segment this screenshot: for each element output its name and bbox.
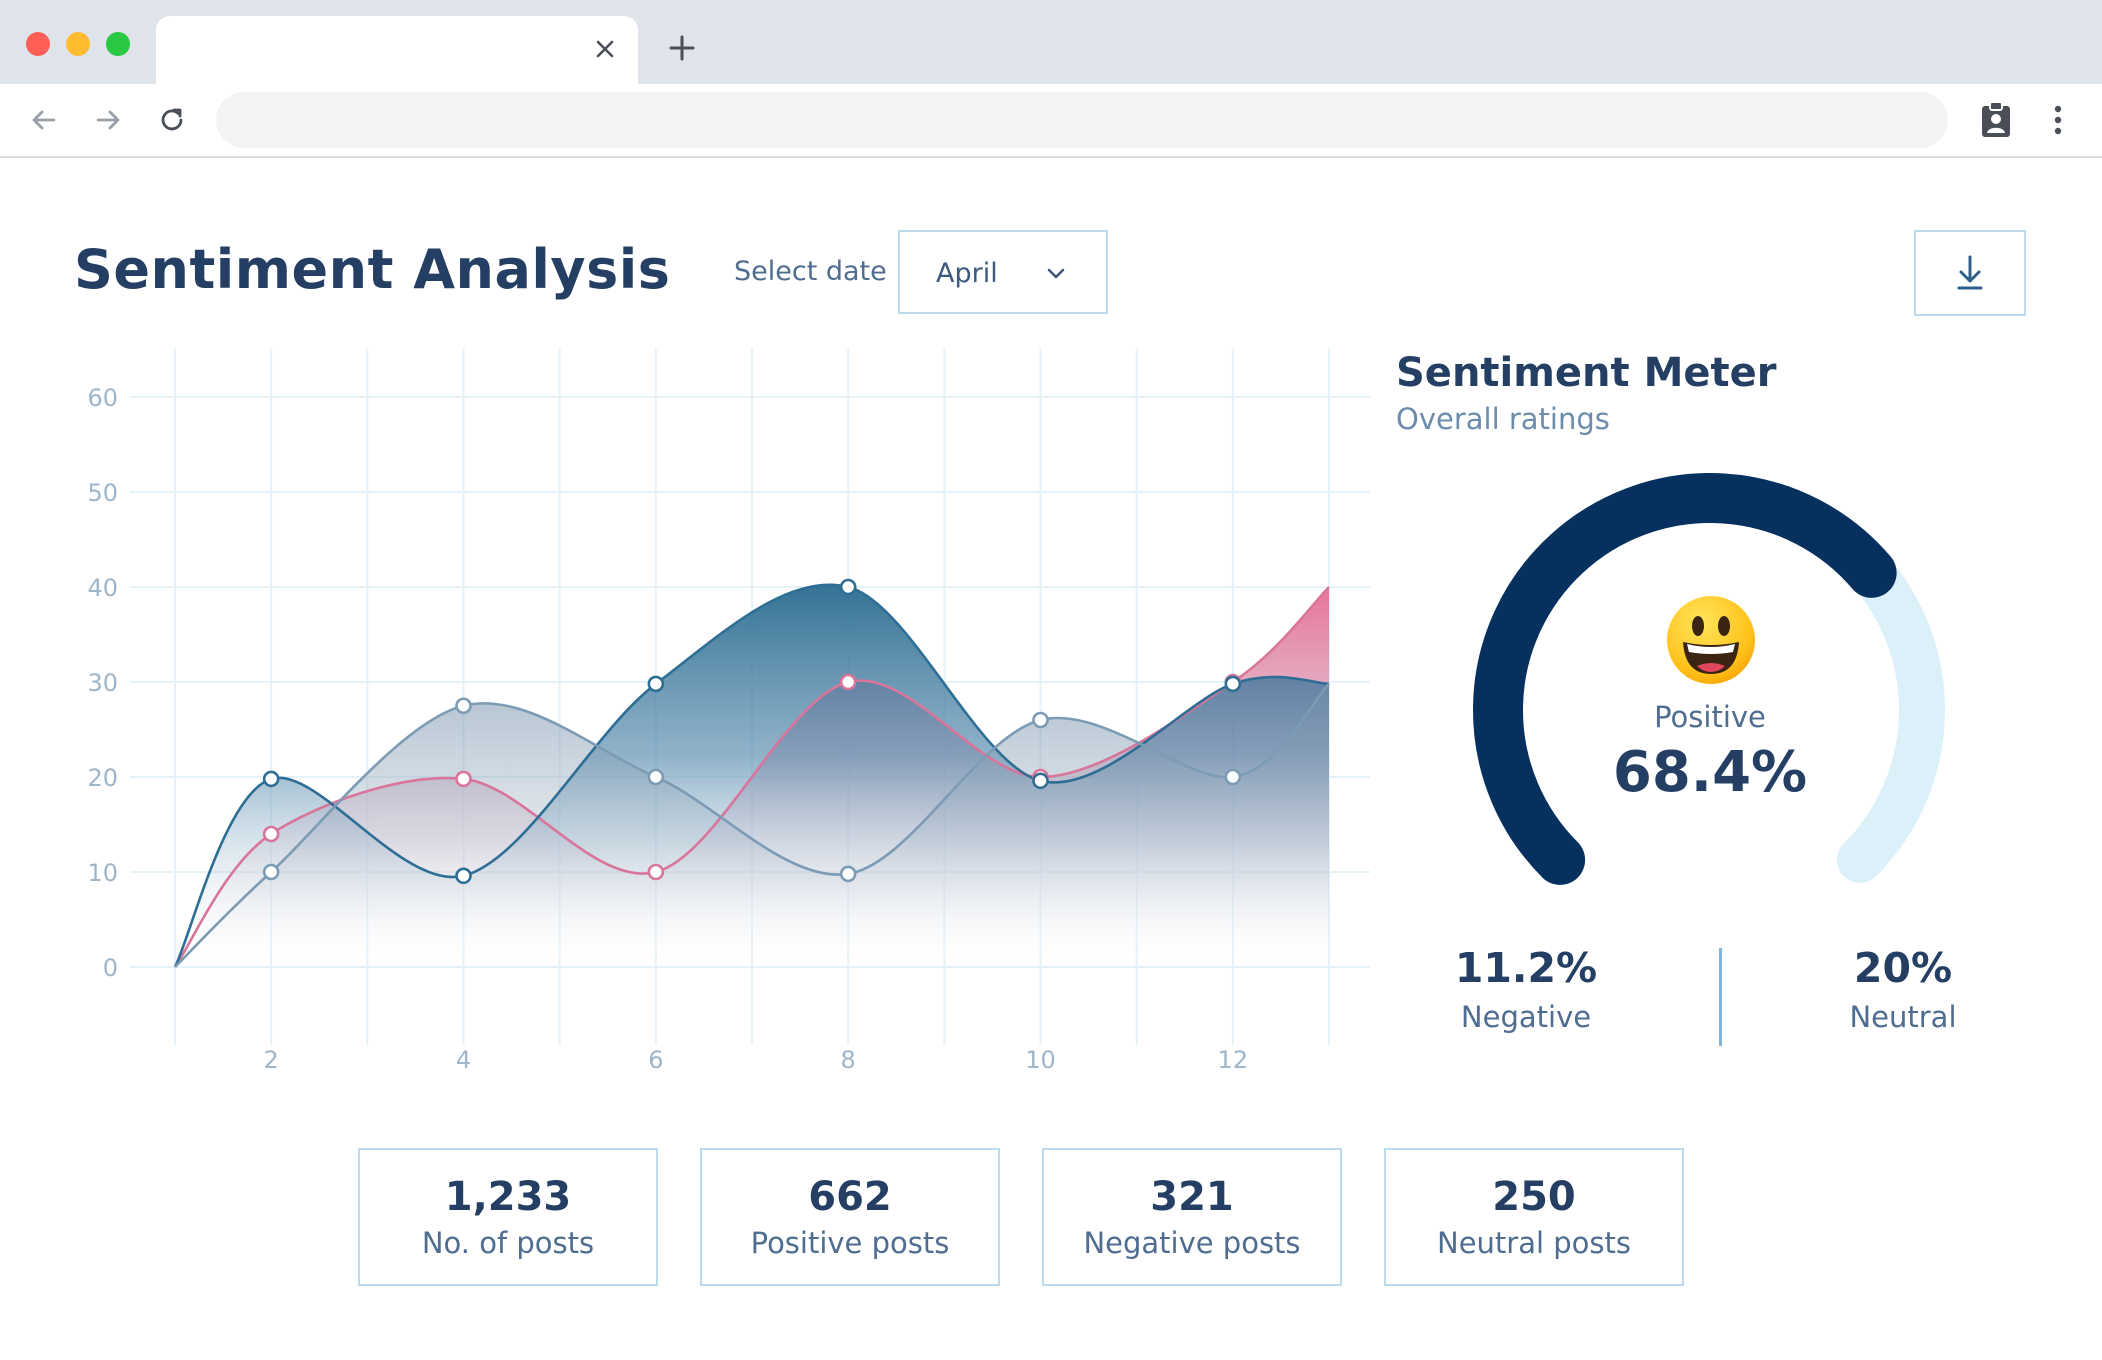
y-tick-label: 40 [87,574,118,602]
series-dark-point [647,675,665,693]
sentiment-area-chart: 0 10 20 30 40 50 60 2 4 6 8 10 12 [87,348,1370,1074]
stat-card-positive-posts: 662 Positive posts [700,1148,1000,1286]
browser-menu-button[interactable] [2038,100,2078,140]
stat-label: Negative posts [1083,1226,1301,1260]
series-dark-point [262,770,280,788]
positive-value: 68.4% [1612,740,1808,805]
stat-value: 662 [808,1174,892,1220]
reload-icon [161,108,183,131]
series-grey-point [1032,711,1049,729]
stat-value: 1,233 [444,1174,572,1220]
negative-label: Negative [1460,1000,1592,1034]
reload-button[interactable] [154,102,190,138]
x-tick-label: 6 [648,1046,663,1074]
forward-arrow-icon [96,110,120,130]
download-button[interactable] [1914,230,2026,316]
meter-divider [1719,948,1722,1046]
meter-title: Sentiment Meter [1396,350,1777,396]
chevron-down-icon [1047,268,1065,279]
window-minimize-button[interactable] [66,32,90,56]
x-tick-label: 2 [264,1046,279,1074]
stat-value: 250 [1492,1174,1576,1220]
stat-card-neutral-posts: 250 Neutral posts [1384,1148,1684,1286]
grinning-face-icon [1667,596,1755,684]
tab-strip [0,0,2102,84]
new-tab-button[interactable] [664,30,700,66]
series-pink-point [839,673,857,691]
kebab-menu-icon [2054,105,2062,135]
date-dropdown[interactable]: April [898,230,1108,314]
positive-label: Positive [1654,700,1766,734]
close-icon [596,40,614,58]
x-tick-label: 12 [1218,1046,1249,1074]
y-tick-label: 0 [103,954,118,982]
stat-value: 321 [1150,1174,1234,1220]
select-date-label: Select date [734,256,887,287]
stat-card-negative-posts: 321 Negative posts [1042,1148,1342,1286]
back-button[interactable] [26,102,62,138]
y-tick-label: 60 [87,384,118,412]
extension-button[interactable] [1976,100,2016,140]
series-grey-point [1224,768,1242,786]
window-close-button[interactable] [26,32,50,56]
series-dark-point [839,578,857,596]
tab-close-button[interactable] [590,34,620,64]
download-icon [1957,255,1983,290]
series-pink-point [647,863,665,881]
browser-tab[interactable] [156,16,638,84]
negative-value: 11.2% [1454,944,1598,992]
series-grey-point [455,697,472,715]
y-tick-label: 30 [87,669,118,697]
stat-label: Positive posts [750,1226,950,1260]
series-pink-point [262,825,280,843]
series-dark-point [1224,675,1242,693]
x-tick-label: 8 [841,1046,856,1074]
sentiment-chart: 0 10 20 30 40 50 60 2 4 6 8 10 12 [0,330,1380,1100]
series-grey-point [647,768,665,786]
series-grey-point [839,865,857,883]
clipboard-user-icon [1982,101,2010,137]
browser-toolbar [0,84,2102,158]
plus-icon [669,35,695,61]
neutral-value: 20% [1853,944,1953,992]
selected-date: April [936,258,998,289]
forward-button[interactable] [90,102,126,138]
x-tick-label: 4 [456,1046,471,1074]
y-tick-label: 20 [87,764,118,792]
stat-card-total-posts: 1,233 No. of posts [358,1148,658,1286]
stat-label: No. of posts [421,1226,595,1260]
series-pink-point [455,770,472,788]
x-tick-label: 10 [1025,1046,1056,1074]
browser-window: Sentiment Analysis Select date April 0 1… [0,0,2102,1360]
sentiment-gauge [1473,473,1945,885]
window-maximize-button[interactable] [106,32,130,56]
y-tick-label: 10 [87,859,118,887]
series-dark-point [455,867,472,885]
y-tick-label: 50 [87,479,118,507]
stat-label: Neutral posts [1437,1226,1631,1260]
address-bar[interactable] [216,92,1948,148]
series-grey-point [262,863,280,881]
meter-subtitle: Overall ratings [1396,402,1610,436]
back-arrow-icon [32,110,56,130]
series-dark-point [1032,772,1049,790]
page-title: Sentiment Analysis [74,238,671,301]
neutral-label: Neutral [1849,1000,1957,1034]
